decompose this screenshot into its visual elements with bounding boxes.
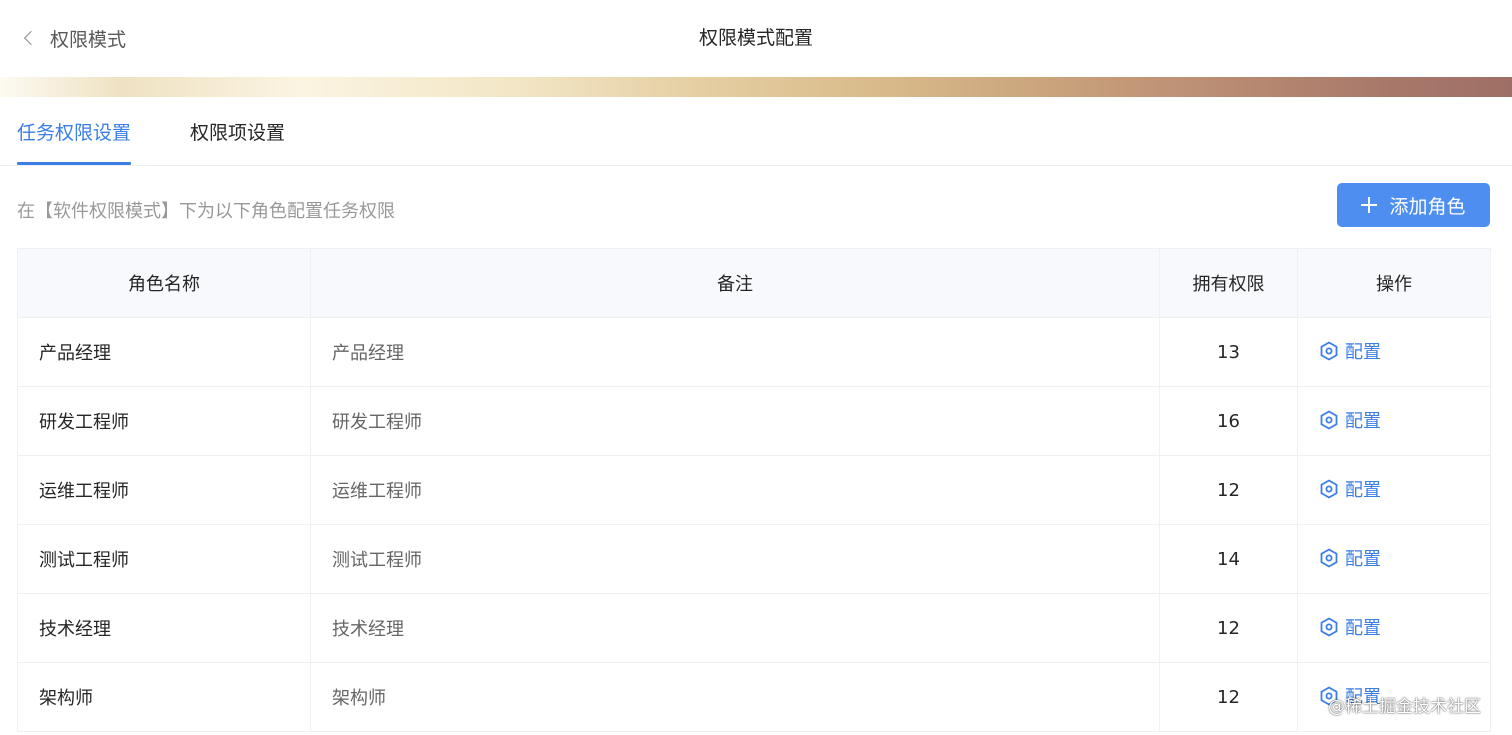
page-title: 权限模式配置 bbox=[698, 27, 813, 49]
hexagon-gear-icon bbox=[1320, 341, 1338, 361]
decorative-banner bbox=[0, 77, 1512, 97]
config-label: 配置 bbox=[1345, 618, 1381, 639]
config-label: 配置 bbox=[1345, 342, 1381, 363]
table-row: 测试工程师 测试工程师 14 配置 bbox=[17, 524, 1491, 594]
col-header-role-name: 角色名称 bbox=[17, 248, 311, 318]
table-header-row: 角色名称 备注 拥有权限 操作 bbox=[17, 248, 1491, 318]
action-cell: 配置 bbox=[1297, 593, 1491, 663]
tab-bar: 任务权限设置 权限项设置 bbox=[0, 97, 1512, 166]
permission-count-cell: 14 bbox=[1159, 524, 1298, 594]
watermark: @稀土掘金技术社区 bbox=[1328, 697, 1481, 717]
role-name-cell: 产品经理 bbox=[17, 317, 311, 387]
role-name-cell: 研发工程师 bbox=[17, 386, 311, 456]
role-note-cell: 架构师 bbox=[310, 662, 1160, 732]
permission-count-cell: 12 bbox=[1159, 662, 1298, 732]
table-row: 研发工程师 研发工程师 16 配置 bbox=[17, 386, 1491, 456]
permission-count-cell: 12 bbox=[1159, 455, 1298, 525]
permission-count-cell: 13 bbox=[1159, 317, 1298, 387]
role-name-cell: 技术经理 bbox=[17, 593, 311, 663]
col-header-actions: 操作 bbox=[1297, 248, 1491, 318]
config-link[interactable]: 配置 bbox=[1319, 545, 1381, 571]
roles-table: 角色名称 备注 拥有权限 操作 产品经理 产品经理 13 配置 研发工程师 研发… bbox=[17, 248, 1491, 732]
top-bar: 权限模式 权限模式配置 bbox=[0, 0, 1512, 77]
role-note-cell: 产品经理 bbox=[310, 317, 1160, 387]
hint-text: 在【软件权限模式】下为以下角色配置任务权限 bbox=[17, 201, 395, 222]
permission-count-cell: 16 bbox=[1159, 386, 1298, 456]
col-header-note: 备注 bbox=[310, 248, 1160, 318]
role-note-cell: 技术经理 bbox=[310, 593, 1160, 663]
role-name-cell: 测试工程师 bbox=[17, 524, 311, 594]
config-label: 配置 bbox=[1345, 411, 1381, 432]
col-header-permission-count: 拥有权限 bbox=[1159, 248, 1298, 318]
config-label: 配置 bbox=[1345, 480, 1381, 501]
config-label: 配置 bbox=[1345, 549, 1381, 570]
action-cell: 配置 bbox=[1297, 524, 1491, 594]
hexagon-gear-icon bbox=[1320, 479, 1338, 499]
add-role-label: 添加角色 bbox=[1389, 195, 1466, 218]
table-row: 技术经理 技术经理 12 配置 bbox=[17, 593, 1491, 663]
action-cell: 配置 bbox=[1297, 455, 1491, 525]
action-cell: 配置 bbox=[1297, 317, 1491, 387]
plus-icon bbox=[1361, 197, 1378, 213]
add-role-button[interactable]: 添加角色 bbox=[1337, 183, 1490, 227]
table-row: 产品经理 产品经理 13 配置 bbox=[17, 317, 1491, 387]
config-link[interactable]: 配置 bbox=[1319, 407, 1381, 433]
hexagon-gear-icon bbox=[1320, 410, 1338, 430]
role-note-cell: 研发工程师 bbox=[310, 386, 1160, 456]
table-row: 运维工程师 运维工程师 12 配置 bbox=[17, 455, 1491, 525]
role-note-cell: 测试工程师 bbox=[310, 524, 1160, 594]
config-link[interactable]: 配置 bbox=[1319, 338, 1381, 364]
role-name-cell: 运维工程师 bbox=[17, 455, 311, 525]
table-row: 架构师 架构师 12 配置 bbox=[17, 662, 1491, 732]
config-link[interactable]: 配置 bbox=[1319, 476, 1381, 502]
role-note-cell: 运维工程师 bbox=[310, 455, 1160, 525]
role-name-cell: 架构师 bbox=[17, 662, 311, 732]
tab-permission-items[interactable]: 权限项设置 bbox=[190, 97, 285, 165]
hexagon-gear-icon bbox=[1320, 617, 1338, 637]
action-cell: 配置 bbox=[1297, 386, 1491, 456]
config-link[interactable]: 配置 bbox=[1319, 614, 1381, 640]
permission-count-cell: 12 bbox=[1159, 593, 1298, 663]
hexagon-gear-icon bbox=[1320, 548, 1338, 568]
tab-task-permission[interactable]: 任务权限设置 bbox=[17, 97, 132, 165]
